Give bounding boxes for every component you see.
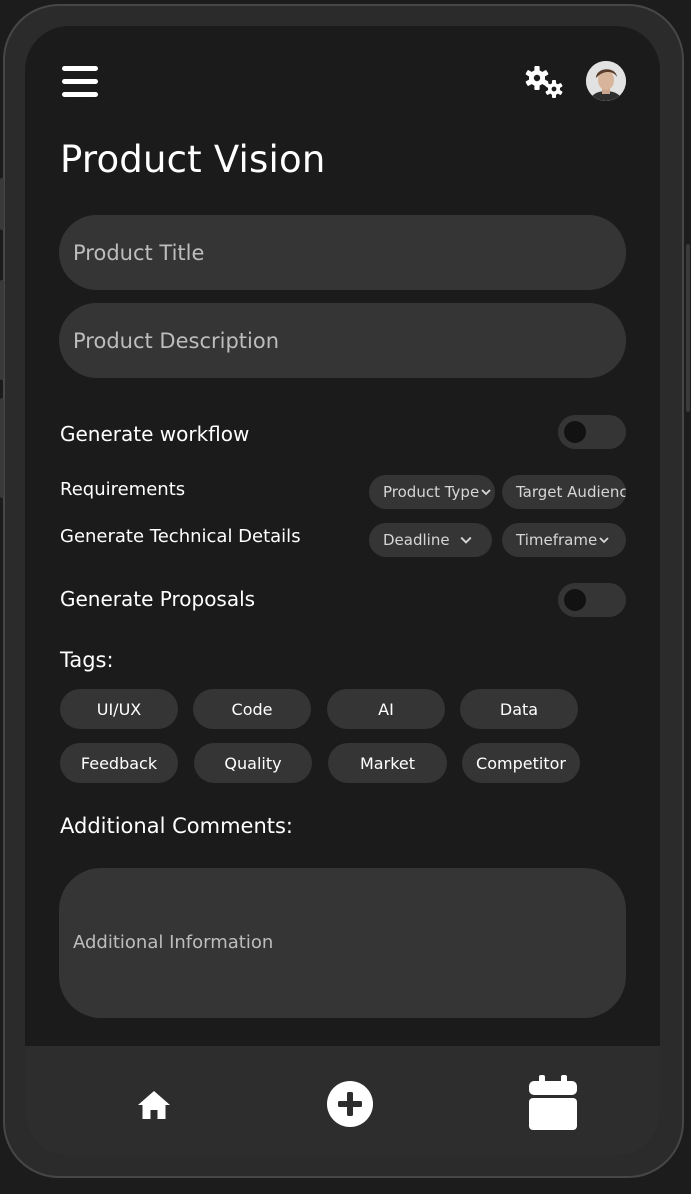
- app-screen: Product Vision Generate workflow Require…: [25, 26, 660, 1156]
- calendar-icon[interactable]: [528, 1074, 578, 1131]
- tag-quality[interactable]: Quality: [194, 743, 312, 783]
- requirements-label: Requirements: [60, 479, 186, 500]
- generate-workflow-label: Generate workflow: [60, 422, 250, 446]
- generate-proposals-label: Generate Proposals: [60, 587, 256, 611]
- tag-ai[interactable]: AI: [327, 689, 445, 729]
- technical-details-label: Generate Technical Details: [60, 526, 301, 547]
- tag-data[interactable]: Data: [460, 689, 578, 729]
- user-avatar[interactable]: [586, 61, 626, 101]
- tag-code[interactable]: Code: [193, 689, 311, 729]
- generate-workflow-toggle[interactable]: [558, 415, 626, 449]
- phone-side-button: [686, 244, 690, 412]
- tag-ui-ux[interactable]: UI/UX: [60, 689, 178, 729]
- tag-market[interactable]: Market: [328, 743, 447, 783]
- tag-feedback[interactable]: Feedback: [60, 743, 178, 783]
- phone-side-button: [0, 398, 4, 498]
- product-type-dropdown[interactable]: Product Type: [369, 475, 495, 509]
- toggle-knob: [564, 589, 586, 611]
- home-icon[interactable]: [136, 1086, 172, 1122]
- product-type-dropdown-label: Product Type: [383, 483, 480, 501]
- deadline-dropdown-label: Deadline: [383, 531, 450, 549]
- tags-label: Tags:: [60, 648, 114, 672]
- toggle-knob: [564, 421, 586, 443]
- phone-side-button: [0, 178, 4, 230]
- gears-icon[interactable]: [523, 64, 567, 100]
- target-audience-dropdown[interactable]: Target Audience: [502, 475, 626, 509]
- chevron-down-icon: [460, 536, 472, 544]
- generate-proposals-toggle[interactable]: [558, 583, 626, 617]
- plus-circle-icon[interactable]: [326, 1080, 374, 1128]
- product-description-input[interactable]: [59, 303, 626, 378]
- bottom-nav-bar: [25, 1046, 660, 1156]
- chevron-down-icon: [599, 537, 609, 544]
- tag-competitor[interactable]: Competitor: [462, 743, 580, 783]
- page-title: Product Vision: [60, 138, 326, 181]
- deadline-dropdown[interactable]: Deadline: [369, 523, 492, 557]
- timeframe-dropdown[interactable]: Timeframe: [502, 523, 626, 557]
- chevron-down-icon: [481, 489, 491, 496]
- product-title-input[interactable]: [59, 215, 626, 290]
- additional-comments-label: Additional Comments:: [60, 814, 293, 838]
- additional-comments-textarea[interactable]: [59, 868, 626, 1018]
- timeframe-dropdown-label: Timeframe: [516, 531, 598, 549]
- phone-side-button: [0, 280, 4, 380]
- hamburger-menu-icon[interactable]: [62, 66, 98, 98]
- target-audience-dropdown-label: Target Audience: [516, 483, 626, 501]
